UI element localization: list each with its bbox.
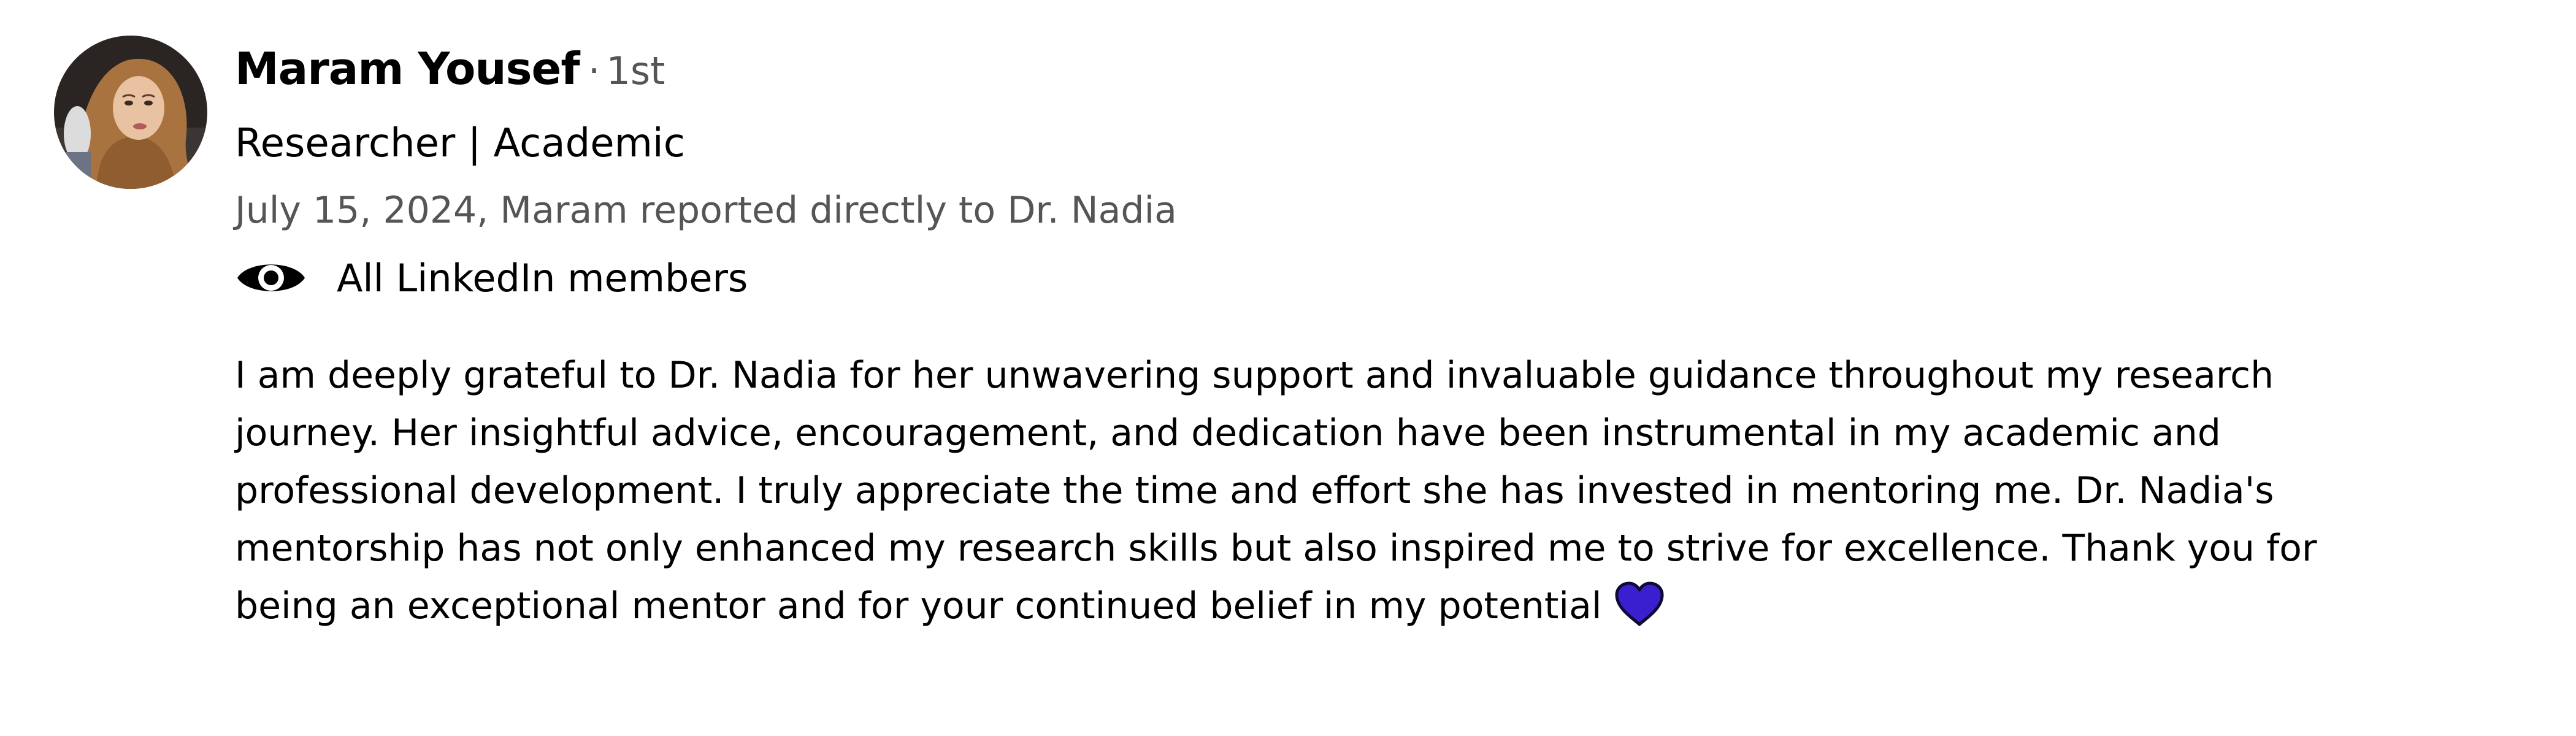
recommendation-text: I am deeply grateful to Dr. Nadia for he… <box>235 347 2504 635</box>
text-line: mentorship has not only enhanced my rese… <box>235 527 2317 570</box>
text-line: professional development. I truly apprec… <box>235 469 2274 512</box>
purple-heart-icon <box>1614 581 1665 627</box>
recommendation-card: Maram Yousef · 1st Researcher | Academic… <box>0 0 2576 736</box>
recommendation-meta: July 15, 2024, Maram reported directly t… <box>235 189 1177 232</box>
degree-separator: · <box>588 48 600 93</box>
text-line: journey. Her insightful advice, encourag… <box>235 412 2221 454</box>
connection-degree: 1st <box>606 48 665 93</box>
eye-icon <box>237 264 305 291</box>
visibility-row: All LinkedIn members <box>235 244 2443 312</box>
post-header: Maram Yousef · 1st Researcher | Academic… <box>235 43 2443 312</box>
author-name-row: Maram Yousef · 1st <box>235 43 2443 110</box>
text-line-last: being an exceptional mentor and for your… <box>235 577 2504 635</box>
author-name[interactable]: Maram Yousef <box>235 43 580 94</box>
author-avatar[interactable] <box>54 36 207 189</box>
visibility-label: All LinkedIn members <box>337 255 748 301</box>
author-headline: Researcher | Academic <box>235 121 685 166</box>
text-line: being an exceptional mentor and for your… <box>235 585 1602 627</box>
text-line: I am deeply grateful to Dr. Nadia for he… <box>235 354 2274 397</box>
